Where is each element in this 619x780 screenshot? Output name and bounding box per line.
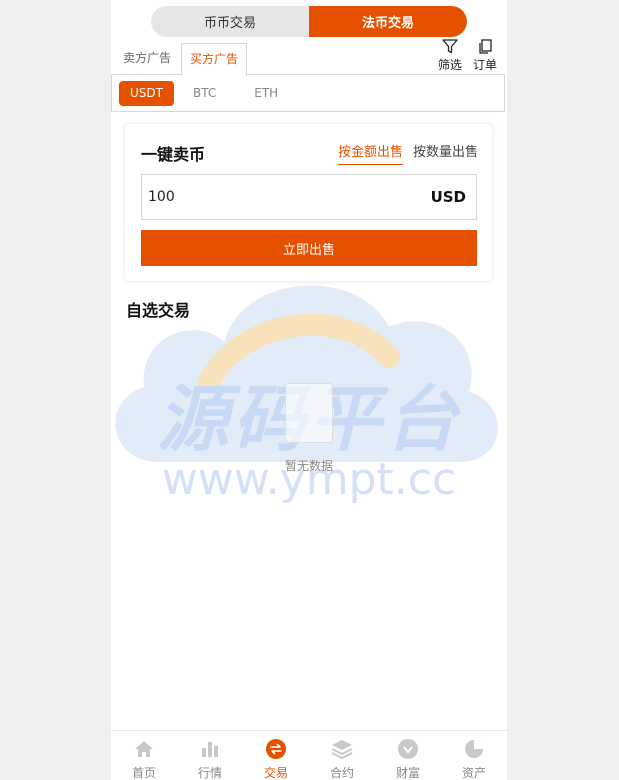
quick-sell-card: 一键卖币 按金额出售 按数量出售 USD 立即出售 xyxy=(125,124,492,281)
sell-by-quantity-tab[interactable]: 按数量出售 xyxy=(413,141,478,165)
nav-assets-label: 资产 xyxy=(461,766,486,780)
sell-by-amount-tab[interactable]: 按金额出售 xyxy=(337,141,403,165)
nav-home[interactable]: 首页 xyxy=(111,731,177,780)
ad-tabs: 卖方广告 买方广告 xyxy=(117,43,248,76)
filter-label: 筛选 xyxy=(437,58,462,72)
tab-sell-ads[interactable]: 卖方广告 xyxy=(117,43,177,74)
orders-button[interactable]: 订单 xyxy=(470,38,500,73)
sell-now-button[interactable]: 立即出售 xyxy=(141,230,477,266)
nav-home-label: 首页 xyxy=(131,766,156,780)
nav-market-label: 行情 xyxy=(197,766,222,780)
amount-input[interactable] xyxy=(142,188,431,206)
filter-icon xyxy=(442,39,458,54)
coin-usdt[interactable]: USDT xyxy=(119,80,174,106)
coin-btc[interactable]: BTC xyxy=(174,86,235,100)
filter-button[interactable]: 筛选 xyxy=(435,38,465,73)
bar-chart-icon xyxy=(199,738,221,759)
nav-assets[interactable]: 资产 xyxy=(441,731,507,780)
nav-contract-label: 合约 xyxy=(329,766,354,780)
nav-trade-label: 交易 xyxy=(263,766,288,780)
orders-icon xyxy=(479,39,492,54)
trade-mode-toggle: 币币交易 法币交易 xyxy=(151,6,467,37)
tab-buy-ads[interactable]: 买方广告 xyxy=(181,43,248,76)
amount-field: USD xyxy=(141,174,477,220)
quick-sell-title: 一键卖币 xyxy=(141,145,206,164)
nav-wealth[interactable]: 财富 xyxy=(375,731,441,780)
watchlist-title: 自选交易 xyxy=(126,301,191,320)
bottom-nav: 首页 行情 交易 合约 财富 资产 xyxy=(111,730,507,780)
app-screen: 币币交易 法币交易 卖方广告 买方广告 筛选 订单 USDT BTC ETH 一… xyxy=(111,0,507,780)
nav-contract[interactable]: 合约 xyxy=(309,731,375,780)
empty-box-icon xyxy=(285,383,333,443)
fiat-trade-tab[interactable]: 法币交易 xyxy=(309,6,467,37)
currency-label: USD xyxy=(430,188,466,206)
layers-icon xyxy=(331,738,353,759)
orders-label: 订单 xyxy=(472,58,497,72)
empty-text: 暂无数据 xyxy=(284,459,333,473)
nav-wealth-label: 财富 xyxy=(395,766,420,780)
home-icon xyxy=(133,738,155,759)
coin-selector: USDT BTC ETH xyxy=(111,74,505,112)
nav-trade[interactable]: 交易 xyxy=(243,731,309,780)
exchange-icon xyxy=(265,738,287,759)
coin-eth[interactable]: ETH xyxy=(235,86,297,100)
wealth-icon xyxy=(397,738,419,759)
empty-state: 暂无数据 xyxy=(111,383,507,474)
spot-trade-tab[interactable]: 币币交易 xyxy=(151,6,309,37)
pie-chart-icon xyxy=(463,738,485,759)
sell-mode-links: 按金额出售 按数量出售 xyxy=(337,141,478,165)
nav-market[interactable]: 行情 xyxy=(177,731,243,780)
